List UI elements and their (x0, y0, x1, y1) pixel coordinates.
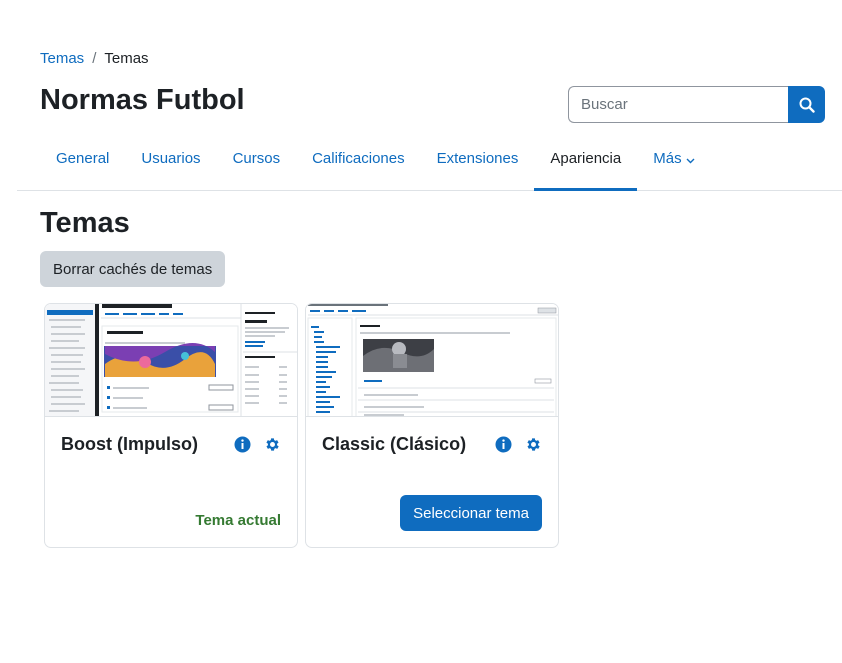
info-icon[interactable] (494, 435, 512, 453)
gear-icon[interactable] (524, 435, 542, 453)
search-bar (568, 86, 825, 123)
search-input[interactable] (568, 86, 788, 123)
tab-mas-label: Más (653, 150, 682, 167)
info-icon[interactable] (233, 435, 251, 453)
search-button[interactable] (788, 86, 825, 123)
theme-card-boost: Boost (Impulso) Tema actual (44, 303, 298, 548)
tab-general[interactable]: General (40, 140, 125, 191)
theme-preview-classic (306, 304, 558, 417)
tab-cursos[interactable]: Cursos (217, 140, 297, 191)
theme-name-boost: Boost (Impulso) (61, 434, 198, 454)
tab-calificaciones[interactable]: Calificaciones (296, 140, 421, 191)
gear-icon[interactable] (263, 435, 281, 453)
tab-extensiones[interactable]: Extensiones (421, 140, 535, 191)
theme-card-classic: Classic (Clásico) Seleccionar tema (305, 303, 559, 548)
secondary-navigation: General Usuarios Cursos Calificaciones E… (17, 140, 842, 191)
theme-preview-boost (45, 304, 297, 417)
current-theme-label: Tema actual (195, 512, 281, 529)
tab-mas[interactable]: Más (637, 140, 710, 191)
breadcrumb-separator: / (92, 50, 97, 67)
chevron-down-icon (686, 141, 695, 178)
search-icon (799, 97, 815, 113)
clear-theme-cache-button[interactable]: Borrar cachés de temas (40, 251, 226, 287)
breadcrumb-current: Temas (104, 50, 149, 67)
breadcrumb: Temas / Temas (40, 50, 149, 67)
tab-usuarios[interactable]: Usuarios (125, 140, 216, 191)
section-title: Temas (40, 207, 130, 239)
theme-name-classic: Classic (Clásico) (322, 434, 467, 454)
page-title: Normas Futbol (40, 84, 245, 116)
breadcrumb-link-temas[interactable]: Temas (40, 50, 84, 67)
tab-apariencia[interactable]: Apariencia (534, 140, 638, 191)
select-theme-button[interactable]: Seleccionar tema (400, 495, 542, 531)
